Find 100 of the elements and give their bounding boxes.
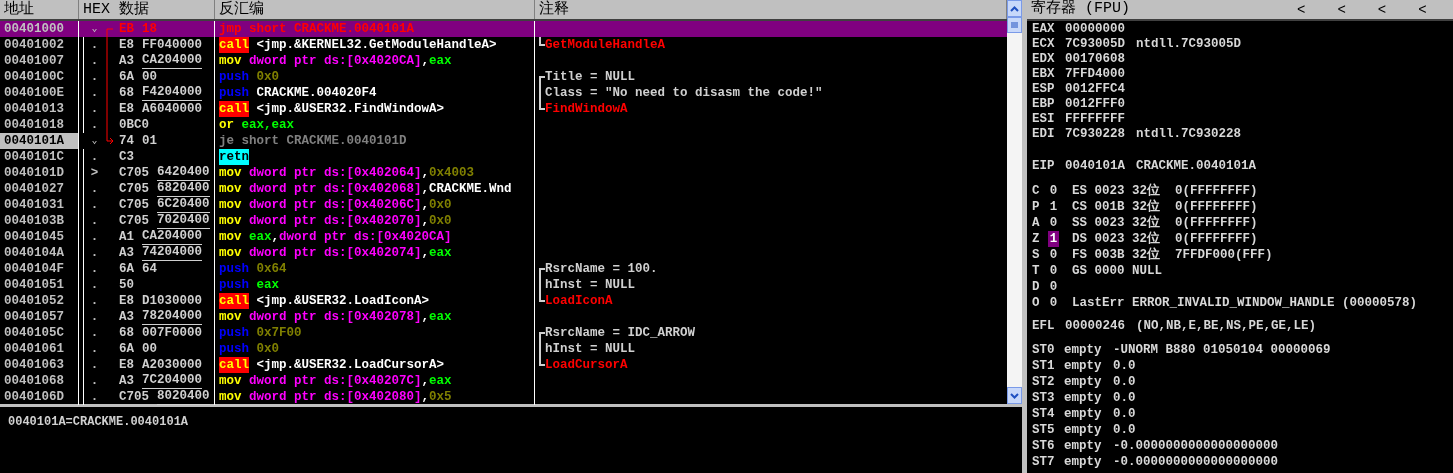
instruction-token: mov: [219, 181, 242, 197]
highlighted-mnemonic: call: [219, 37, 249, 53]
instruction-token: ,: [421, 197, 430, 213]
hex-byte: CA204000: [142, 229, 203, 245]
hex-byte: C705: [119, 213, 149, 229]
instruction-token: <jmp.&USER32.LoadCursorA>: [255, 357, 445, 373]
hex-byte: 68: [119, 325, 134, 341]
instruction-token: eax: [429, 373, 452, 389]
hex-byte: C705: [119, 197, 149, 213]
scroll-up-button[interactable]: [1007, 0, 1022, 17]
column-header[interactable]: HEX 数据: [79, 0, 215, 19]
instruction-token: je short CRACKME.0040101D: [219, 133, 407, 149]
flag-name: S: [1032, 247, 1041, 263]
instruction-token: 0x64: [255, 261, 287, 277]
hex-byte: 6A: [119, 69, 134, 85]
hex-byte: 7C204000: [142, 373, 203, 389]
hex-byte: 50: [119, 277, 134, 293]
instruction-token: ,: [421, 245, 430, 261]
jump-marker: .: [90, 229, 99, 245]
address-cell: 00401045: [0, 229, 79, 245]
hex-byte: 68: [119, 85, 134, 101]
column-header[interactable]: 反汇编: [215, 0, 535, 19]
address-cell: 00401063: [0, 357, 79, 373]
register-name: ESI: [1032, 112, 1056, 127]
instruction-token: mov: [219, 53, 242, 69]
comment-text: RsrcName = 100.: [545, 261, 658, 277]
flag-detail: DS 0023 32位 0(FFFFFFFF): [1072, 231, 1258, 247]
hex-byte: 6C20400: [157, 197, 210, 213]
scrollbar[interactable]: [1007, 0, 1022, 404]
arrow-button[interactable]: <: [1293, 0, 1310, 19]
register-value: -UNORM B880 01050104 00000069: [1113, 342, 1331, 358]
register-name: EIP: [1032, 158, 1056, 174]
jump-marker: .: [90, 101, 99, 117]
comment-text: Class = "No need to disasm the code!": [545, 85, 823, 101]
hex-byte: A3: [119, 309, 134, 325]
hex-byte: A1: [119, 229, 134, 245]
hex-byte: F4204000: [142, 85, 203, 101]
register-value: -0.0000000000000000000: [1113, 438, 1279, 454]
hex-byte: 8020400: [157, 389, 210, 405]
instruction-token: dword ptr ds:[0x40206C]: [248, 197, 422, 213]
hex-byte: 6A: [119, 261, 134, 277]
register-comment: (NO,NB,E,BE,NS,PE,GE,LE): [1136, 318, 1317, 334]
hex-byte: A2030000: [142, 357, 203, 373]
hex-byte: EB: [119, 21, 134, 37]
arrow-button[interactable]: <: [1333, 0, 1350, 19]
address-cell: 00401057: [0, 309, 79, 325]
flag-value: 0: [1048, 215, 1059, 231]
hex-byte: FF040000: [142, 37, 203, 53]
comment-text: FindWindowA: [545, 101, 628, 117]
register-value: 7C93005D: [1065, 37, 1126, 52]
jump-marker: .: [90, 325, 99, 341]
scroll-thumb[interactable]: [1007, 17, 1022, 33]
register-name: ECX: [1032, 37, 1056, 52]
jump-marker: .: [90, 149, 99, 165]
comment-text: hInst = NULL: [545, 277, 635, 293]
selected-row[interactable]: 00401000 ⌄ EB 18 jmp short CRACKME.0040101A: [0, 21, 1007, 37]
arrow-button[interactable]: <: [1373, 0, 1391, 19]
instruction-token: dword ptr ds:[0x402070]: [248, 213, 422, 229]
column-header[interactable]: 地址: [0, 0, 79, 19]
address-cell: 0040104A: [0, 245, 79, 261]
info-text: 0040101A=CRACKME.0040101A: [8, 415, 189, 429]
jump-marker: .: [90, 373, 99, 389]
instruction-token: ,: [421, 213, 430, 229]
register-value: 00170608: [1065, 52, 1126, 67]
hex-byte: C3: [119, 149, 134, 165]
address-cell: 0040100E: [0, 85, 79, 101]
hex-byte: C705: [119, 181, 149, 197]
grip-icon: [1011, 21, 1018, 29]
comment-text: hInst = NULL: [545, 341, 635, 357]
jump-marker: .: [90, 277, 99, 293]
flag-detail: CS 001B 32位 0(FFFFFFFF): [1072, 199, 1258, 215]
register-comment: ntdll.7C93005D: [1136, 37, 1242, 52]
jump-marker: .: [90, 341, 99, 357]
address-cell: 00401052: [0, 293, 79, 309]
address-cell: 00401051: [0, 277, 79, 293]
instruction-token: ,: [271, 229, 280, 245]
register-value: 0012FFC4: [1065, 82, 1126, 97]
scroll-down-button[interactable]: [1007, 387, 1022, 404]
hex-byte: E8: [119, 357, 134, 373]
instruction-token: 0x4003: [429, 165, 475, 181]
jump-marker: .: [90, 117, 99, 133]
instruction-token: push: [219, 341, 249, 357]
instruction-token: eax,eax: [240, 117, 295, 133]
highlighted-mnemonic: retn: [219, 149, 249, 165]
jump-marker: .: [90, 357, 99, 373]
register-name: ST3: [1032, 390, 1056, 406]
register-tag: empty: [1064, 406, 1113, 422]
hex-byte: 6420400: [157, 165, 210, 181]
flag-name: O: [1032, 295, 1041, 311]
arrow-button[interactable]: <: [1414, 0, 1431, 19]
instruction-token: mov: [219, 389, 242, 405]
hex-byte: 7020400: [157, 213, 210, 229]
flag-value: 0: [1048, 279, 1059, 295]
instruction-token: mov: [219, 197, 242, 213]
instruction-token: ,: [421, 53, 430, 69]
register-tag: empty: [1064, 342, 1113, 358]
flag-name: T: [1032, 263, 1041, 279]
flag-detail: GS 0000 NULL: [1072, 263, 1162, 279]
hex-byte: A3: [119, 373, 134, 389]
register-tag: empty: [1064, 454, 1113, 470]
